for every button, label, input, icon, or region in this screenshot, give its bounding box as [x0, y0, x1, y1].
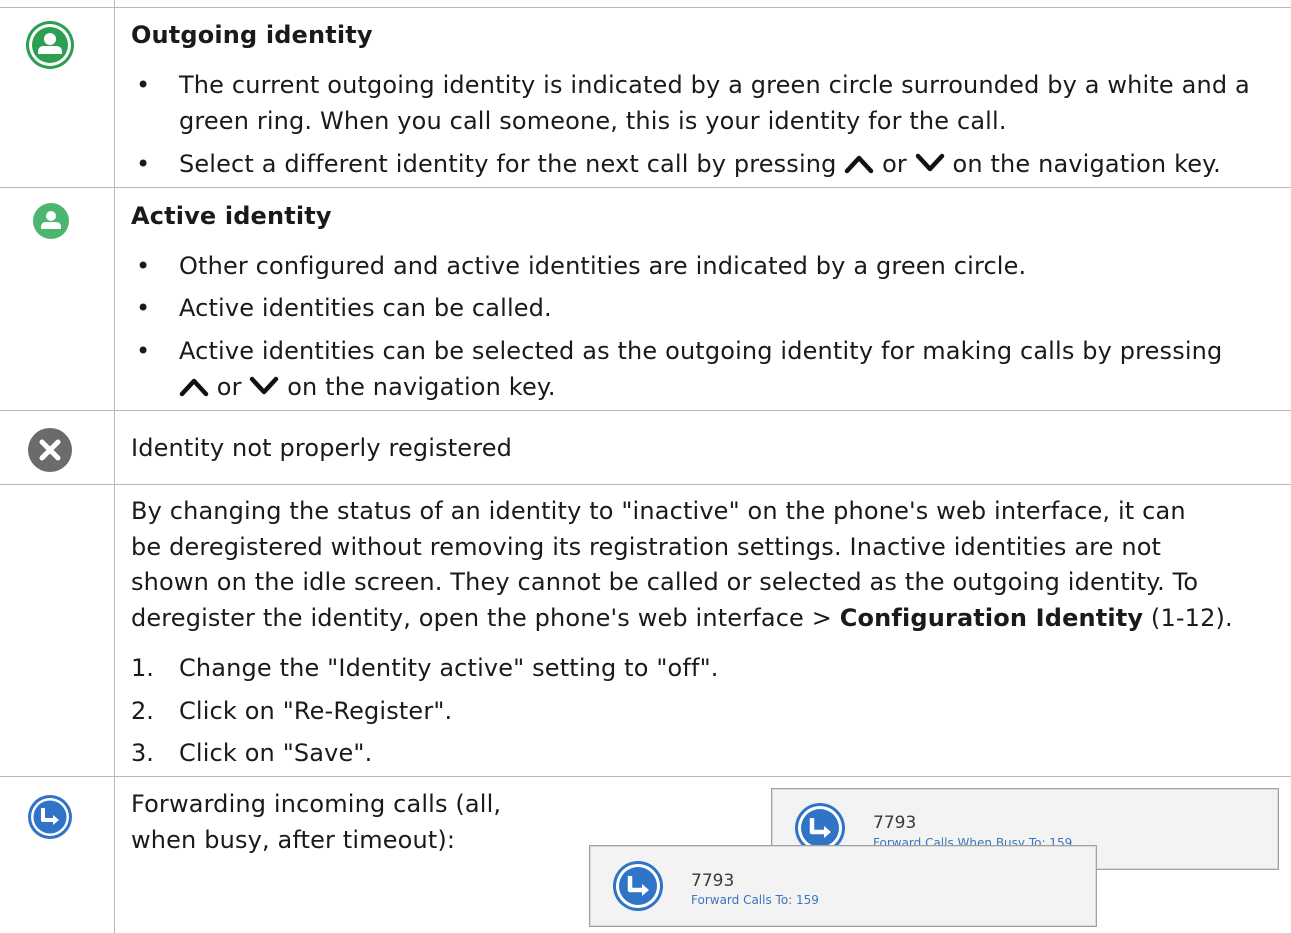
- inactive-paragraph-line4: deregister the identity, open the phone'…: [131, 600, 1233, 636]
- step-number: 3.: [131, 739, 154, 767]
- step-number: 2.: [131, 697, 154, 725]
- bullet: •: [136, 294, 151, 322]
- forward-status-card-all: 7793 Forward Calls To: 159: [589, 845, 1097, 927]
- outgoing-identity-icon: [25, 20, 75, 70]
- configuration-identity-label: Configuration Identity: [839, 604, 1144, 632]
- forwarding-icon: [27, 794, 73, 840]
- step-number: 1.: [131, 654, 154, 682]
- forwarding-text-line1: Forwarding incoming calls (all,: [131, 790, 502, 818]
- bullet: •: [136, 337, 151, 365]
- outgoing-bullet2: Select a different identity for the next…: [179, 146, 1221, 184]
- inactive-paragraph-line3: shown on the idle screen. They cannot be…: [131, 568, 1199, 596]
- not-registered-text: Identity not properly registered: [131, 434, 512, 462]
- chevron-up-icon: [844, 148, 874, 184]
- card-number: 7793: [691, 871, 735, 891]
- outgoing-identity-title: Outgoing identity: [131, 21, 373, 49]
- or-text: or: [216, 373, 242, 401]
- card-status: Forward Calls To: 159: [691, 893, 819, 907]
- active-bullet2: Active identities can be called.: [179, 294, 552, 322]
- active-bullet3-suffix: on the navigation key.: [287, 373, 556, 401]
- inactive-paragraph-line4-text: deregister the identity, open the phone'…: [131, 604, 840, 632]
- bullet: •: [136, 150, 151, 178]
- active-bullet1: Other configured and active identities a…: [179, 252, 1027, 280]
- row-divider: [0, 187, 1291, 188]
- identity-status-table: Outgoing identity • The current outgoing…: [0, 0, 1291, 933]
- column-divider: [114, 0, 115, 933]
- not-registered-icon: [27, 427, 73, 473]
- chevron-down-icon: [915, 148, 945, 184]
- outgoing-bullet1-line1: The current outgoing identity is indicat…: [179, 71, 1250, 99]
- outgoing-bullet1-line2: green ring. When you call someone, this …: [179, 107, 1007, 135]
- active-identity-title: Active identity: [131, 202, 332, 230]
- step-text: Change the "Identity active" setting to …: [179, 654, 719, 682]
- row-divider: [0, 410, 1291, 411]
- bullet: •: [136, 71, 151, 99]
- step-text: Click on "Re-Register".: [179, 697, 453, 725]
- step-text: Click on "Save".: [179, 739, 373, 767]
- inactive-paragraph-line4-suffix: (1-12).: [1143, 604, 1233, 632]
- active-bullet3-line2: or on the navigation key.: [179, 369, 556, 407]
- row-divider: [0, 484, 1291, 485]
- table-border-top: [0, 7, 1291, 8]
- row-divider: [0, 776, 1291, 777]
- outgoing-bullet2-suffix: on the navigation key.: [952, 150, 1221, 178]
- inactive-paragraph-line1: By changing the status of an identity to…: [131, 497, 1186, 525]
- inactive-paragraph-line2: be deregistered without removing its reg…: [131, 533, 1162, 561]
- chevron-down-icon: [249, 371, 279, 407]
- card-number: 7793: [873, 813, 917, 833]
- chevron-up-icon: [179, 371, 209, 407]
- active-identity-icon: [32, 202, 70, 240]
- outgoing-bullet2-text: Select a different identity for the next…: [179, 150, 837, 178]
- or-text: or: [882, 150, 907, 178]
- forwarding-text-line2: when busy, after timeout):: [131, 826, 456, 854]
- active-bullet3-line1: Active identities can be selected as the…: [179, 337, 1223, 365]
- bullet: •: [136, 252, 151, 280]
- forwarding-icon: [612, 860, 664, 912]
